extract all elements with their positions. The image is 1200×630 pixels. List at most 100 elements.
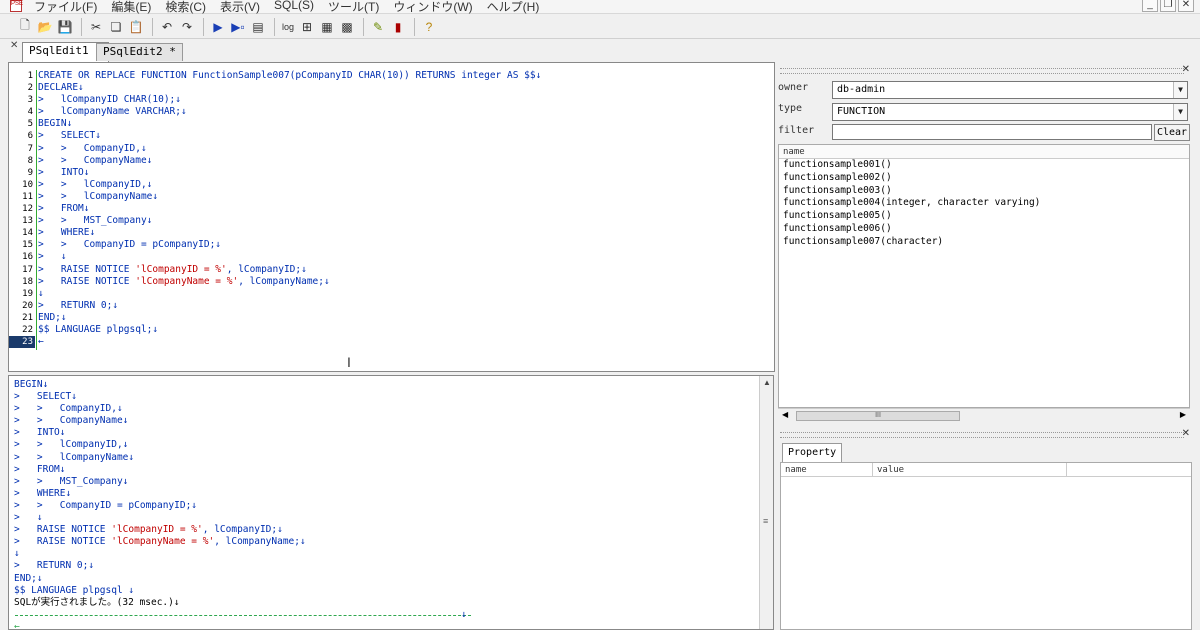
cut-icon[interactable]: ✂ bbox=[87, 18, 105, 36]
undo-icon[interactable]: ↶ bbox=[158, 18, 176, 36]
code-line[interactable]: > > CompanyID = pCompanyID;↓ bbox=[38, 239, 774, 251]
run-step-icon[interactable]: ▶▫ bbox=[229, 18, 247, 36]
scroll-right-icon[interactable]: ▶ bbox=[1180, 410, 1186, 419]
code-line[interactable]: > > MST_Company↓ bbox=[38, 215, 774, 227]
menu-item[interactable]: ファイル(F) bbox=[34, 0, 97, 15]
log-icon[interactable]: log bbox=[280, 18, 296, 36]
column-name[interactable]: name bbox=[781, 463, 873, 476]
code-line[interactable]: > RAISE NOTICE 'lCompanyID = %', lCompan… bbox=[38, 264, 774, 276]
paste-icon[interactable]: 📋 bbox=[127, 18, 145, 36]
menu-item[interactable]: 表示(V) bbox=[220, 0, 260, 15]
clear-button[interactable]: Clear bbox=[1154, 124, 1190, 141]
code-line[interactable]: > > CompanyName↓ bbox=[38, 155, 774, 167]
column-value[interactable]: value bbox=[873, 463, 1067, 476]
output-line: > RETURN 0;↓ bbox=[9, 560, 759, 572]
close-panel-icon[interactable]: ✕ bbox=[1182, 428, 1190, 439]
output-line: > RAISE NOTICE 'lCompanyName = %', lComp… bbox=[9, 536, 759, 548]
tab-property[interactable]: Property bbox=[782, 443, 842, 462]
new-file-icon[interactable]: 🗋 bbox=[16, 18, 34, 36]
object-list-hscroll[interactable]: ◀ III ▶ bbox=[778, 408, 1190, 422]
output-line: > > CompanyID,↓ bbox=[9, 403, 759, 415]
type-select[interactable]: FUNCTION ▼ bbox=[832, 103, 1188, 121]
close-panel-icon[interactable]: ✕ bbox=[1182, 64, 1190, 75]
grid-icon[interactable]: ▦ bbox=[318, 18, 336, 36]
minimize-icon[interactable]: _ bbox=[1142, 0, 1158, 12]
tab-psqledit2[interactable]: PSqlEdit2 * bbox=[96, 43, 183, 61]
output-line: SQLが実行されました。(32 msec.)↓ bbox=[9, 597, 759, 609]
list-item[interactable]: functionsample003() bbox=[779, 185, 1189, 198]
code-line[interactable]: > INTO↓ bbox=[38, 167, 774, 179]
script-icon[interactable]: ▤ bbox=[249, 18, 267, 36]
panel-grip[interactable] bbox=[780, 432, 1184, 438]
close-icon[interactable]: ✕ bbox=[1178, 0, 1194, 12]
output-scrollbar[interactable]: ▲ ≡ bbox=[759, 376, 773, 629]
code-line[interactable]: > WHERE↓ bbox=[38, 227, 774, 239]
menu-item[interactable]: 検索(C) bbox=[165, 0, 206, 15]
code-line[interactable]: END;↓ bbox=[38, 312, 774, 324]
grid2-icon[interactable]: ▩ bbox=[338, 18, 356, 36]
table-icon[interactable]: ⊞ bbox=[298, 18, 316, 36]
list-item[interactable]: functionsample002() bbox=[779, 172, 1189, 185]
list-item[interactable]: functionsample007(character) bbox=[779, 236, 1189, 249]
menu-item[interactable]: SQL(S) bbox=[274, 0, 314, 15]
line-number: 14 bbox=[9, 227, 35, 239]
line-number: 18 bbox=[9, 276, 35, 288]
list-header-name[interactable]: name bbox=[779, 145, 1189, 159]
code-line[interactable]: > SELECT↓ bbox=[38, 130, 774, 142]
code-line[interactable]: ← bbox=[38, 336, 774, 348]
code-line[interactable]: > ↓ bbox=[38, 251, 774, 263]
code-line[interactable]: $$ LANGUAGE plpgsql;↓ bbox=[38, 324, 774, 336]
list-item[interactable]: functionsample006() bbox=[779, 223, 1189, 236]
object-list: name functionsample001()functionsample00… bbox=[778, 144, 1190, 408]
scroll-left-icon[interactable]: ◀ bbox=[782, 410, 788, 419]
code-line[interactable]: BEGIN↓ bbox=[38, 118, 774, 130]
code-line[interactable]: > > lCompanyID,↓ bbox=[38, 179, 774, 191]
menu-item[interactable]: ツール(T) bbox=[328, 0, 379, 15]
code-line[interactable]: > > lCompanyName↓ bbox=[38, 191, 774, 203]
property-grid: name value bbox=[780, 462, 1192, 630]
pen-icon[interactable]: ✎ bbox=[369, 18, 387, 36]
line-number: 2 bbox=[9, 82, 35, 94]
scroll-thumb[interactable]: III bbox=[796, 411, 960, 421]
close-tab-icon[interactable]: ✕ bbox=[10, 40, 18, 51]
redo-icon[interactable]: ↷ bbox=[178, 18, 196, 36]
help-icon[interactable]: ? bbox=[420, 18, 438, 36]
code-line[interactable]: CREATE OR REPLACE FUNCTION FunctionSampl… bbox=[38, 70, 774, 82]
list-item[interactable]: functionsample005() bbox=[779, 210, 1189, 223]
output-line: > FROM↓ bbox=[9, 464, 759, 476]
scroll-up-icon[interactable]: ▲ bbox=[763, 378, 771, 387]
copy-icon[interactable]: ❏ bbox=[107, 18, 125, 36]
line-number: 1 bbox=[9, 70, 35, 82]
code-line[interactable]: > FROM↓ bbox=[38, 203, 774, 215]
output-pane[interactable]: BEGIN↓> SELECT↓> > CompanyID,↓> > Compan… bbox=[8, 375, 774, 630]
code-line[interactable]: > lCompanyID CHAR(10);↓ bbox=[38, 94, 774, 106]
code-line[interactable]: DECLARE↓ bbox=[38, 82, 774, 94]
code-line[interactable]: ↓ bbox=[38, 288, 774, 300]
code-line[interactable]: > RAISE NOTICE 'lCompanyName = %', lComp… bbox=[38, 276, 774, 288]
menu-item[interactable]: 編集(E) bbox=[111, 0, 151, 15]
line-number: 19 bbox=[9, 288, 35, 300]
menu-item[interactable]: ウィンドウ(W) bbox=[393, 0, 472, 15]
run-icon[interactable]: ▶ bbox=[209, 18, 227, 36]
code-line[interactable]: > lCompanyName VARCHAR;↓ bbox=[38, 106, 774, 118]
owner-select[interactable]: db-admin ▼ bbox=[832, 81, 1188, 99]
book-icon[interactable]: ▮ bbox=[389, 18, 407, 36]
sql-editor[interactable]: 1234567891011121314151617181920212223 CR… bbox=[8, 62, 775, 372]
list-item[interactable]: functionsample004(integer, character var… bbox=[779, 197, 1189, 210]
line-number: 17 bbox=[9, 264, 35, 276]
panel-grip[interactable] bbox=[780, 68, 1184, 74]
filter-input[interactable] bbox=[832, 124, 1152, 140]
restore-icon[interactable]: ❐ bbox=[1160, 0, 1176, 12]
editor-code[interactable]: CREATE OR REPLACE FUNCTION FunctionSampl… bbox=[38, 70, 774, 348]
open-folder-icon[interactable]: 📂 bbox=[36, 18, 54, 36]
owner-value: db-admin bbox=[837, 84, 885, 95]
save-icon[interactable]: 💾 bbox=[56, 18, 74, 36]
menu-item[interactable]: ヘルプ(H) bbox=[487, 0, 540, 15]
scroll-grip-icon[interactable]: ≡ bbox=[763, 516, 768, 526]
chevron-down-icon[interactable]: ▼ bbox=[1173, 82, 1187, 98]
list-item[interactable]: functionsample001() bbox=[779, 159, 1189, 172]
chevron-down-icon[interactable]: ▼ bbox=[1173, 104, 1187, 120]
code-line[interactable]: > RETURN 0;↓ bbox=[38, 300, 774, 312]
toolbar-separator bbox=[414, 18, 415, 36]
code-line[interactable]: > > CompanyID,↓ bbox=[38, 143, 774, 155]
